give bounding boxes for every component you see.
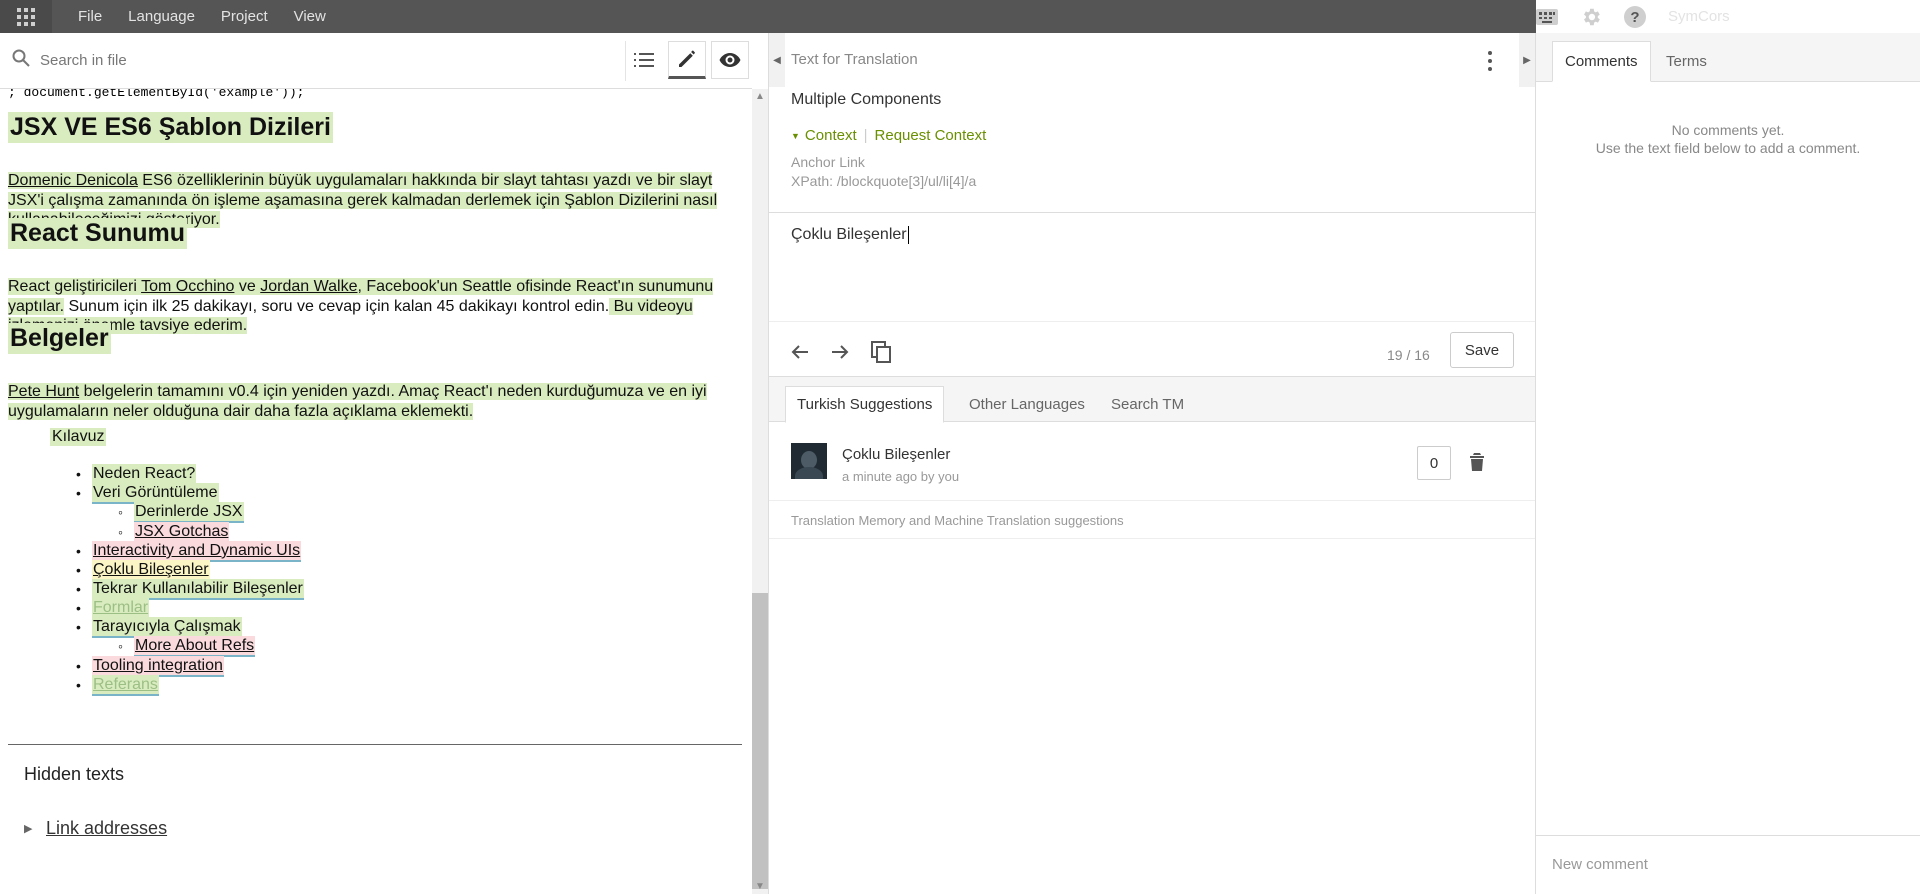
link-pete[interactable]: Pete Hunt bbox=[8, 383, 79, 400]
context-toggle[interactable]: Context bbox=[805, 127, 857, 144]
eye-icon bbox=[719, 53, 741, 67]
collapse-left-icon[interactable]: ◀ bbox=[769, 33, 785, 87]
list-item[interactable]: • Tooling integration bbox=[76, 656, 224, 677]
divider bbox=[769, 212, 1535, 213]
heading-belgeler[interactable]: Belgeler bbox=[8, 323, 111, 354]
user-menu[interactable]: SymCors bbox=[1668, 8, 1730, 25]
menu-file[interactable]: File bbox=[78, 8, 102, 25]
paragraph-react[interactable]: React geliştiricileri Tom Occhino ve Jor… bbox=[8, 277, 734, 336]
svg-text:?: ? bbox=[1630, 9, 1639, 26]
list-item[interactable]: • Interactivity and Dynamic UIs bbox=[76, 541, 302, 562]
source-string: Multiple Components bbox=[791, 91, 942, 108]
suggestion-row[interactable]: Çoklu Bileşenler a minute ago by you 0 bbox=[769, 423, 1535, 501]
document-toolbar: Search in file bbox=[0, 33, 752, 89]
list-item[interactable]: • Tarayıcıyla Çalışmak bbox=[76, 617, 242, 638]
list-item[interactable]: • Tekrar Kullanılabilir Bileşenler bbox=[76, 579, 304, 600]
menu-language[interactable]: Language bbox=[128, 8, 195, 25]
code-snippet: ; document.getElementById('example')); bbox=[8, 89, 305, 100]
new-comment-field[interactable]: New comment bbox=[1536, 835, 1920, 894]
list-icon bbox=[634, 53, 654, 67]
document-preview: ; document.getElementById('example')); J… bbox=[0, 89, 752, 894]
list-item[interactable]: ◦ More About Refs bbox=[118, 636, 256, 657]
anchor-label: Anchor Link bbox=[791, 154, 865, 170]
context-row: ▼ Context | Request Context bbox=[791, 127, 986, 144]
editor-title: Text for Translation bbox=[791, 51, 918, 68]
heading-jsx[interactable]: JSX VE ES6 Şablon Dizileri bbox=[8, 112, 333, 143]
triangle-down-icon: ▼ bbox=[791, 130, 800, 141]
link-tom[interactable]: Tom Occhino bbox=[141, 278, 234, 295]
separator: | bbox=[863, 127, 868, 144]
character-counter: 19 / 16 bbox=[1387, 347, 1430, 363]
scrollbar-thumb[interactable] bbox=[752, 593, 768, 889]
search-input[interactable]: Search in file bbox=[40, 52, 127, 69]
copy-source-icon[interactable] bbox=[871, 337, 911, 367]
xpath-text: XPath: /blockquote[3]/ul/li[4]/a bbox=[791, 173, 977, 189]
pencil-icon bbox=[679, 50, 695, 67]
list-item[interactable]: • Referans bbox=[76, 675, 159, 696]
previous-arrow-icon[interactable] bbox=[791, 337, 831, 367]
preview-button[interactable] bbox=[711, 41, 749, 79]
comments-tabs: Comments Terms bbox=[1536, 33, 1920, 82]
paragraph-belgeler[interactable]: Pete Hunt belgelerin tamamını v0.4 için … bbox=[8, 382, 734, 421]
new-comment-placeholder: New comment bbox=[1552, 856, 1648, 873]
link-jordan[interactable]: Jordan Walke bbox=[260, 278, 357, 295]
menu-project[interactable]: Project bbox=[221, 8, 268, 25]
triangle-right-icon: ▶ bbox=[24, 823, 33, 835]
tab-turkish-suggestions[interactable]: Turkish Suggestions bbox=[785, 386, 945, 423]
hidden-texts-heading: Hidden texts bbox=[24, 764, 125, 784]
list-item[interactable]: • Neden React? bbox=[76, 464, 197, 485]
scroll-down-icon[interactable]: ▼ bbox=[755, 881, 765, 892]
divider bbox=[769, 538, 1535, 539]
tab-search-tm[interactable]: Search TM bbox=[1100, 386, 1195, 423]
next-arrow-icon[interactable] bbox=[831, 337, 871, 367]
search-box[interactable]: Search in file bbox=[12, 49, 127, 72]
context-details: Anchor Link XPath: /blockquote[3]/ul/li[… bbox=[791, 153, 976, 191]
link-domenic[interactable]: Domenic Denicola bbox=[8, 172, 138, 189]
keyboard-icon[interactable] bbox=[1536, 8, 1558, 25]
list-item[interactable]: • Çoklu Bileşenler bbox=[76, 560, 210, 581]
suggestion-meta: a minute ago by you bbox=[842, 469, 960, 484]
divider bbox=[769, 321, 1535, 322]
list-item[interactable]: ◦ JSX Gotchas bbox=[118, 522, 230, 543]
list-view-button[interactable] bbox=[625, 41, 663, 79]
request-context-link[interactable]: Request Context bbox=[875, 127, 987, 144]
divider bbox=[8, 744, 742, 745]
list-item[interactable]: ◦ Derinlerde JSX bbox=[118, 502, 244, 523]
suggestion-tabs: Turkish Suggestions Other Languages Sear… bbox=[769, 376, 1535, 423]
guide-label[interactable]: Kılavuz bbox=[50, 428, 107, 446]
editor-nav bbox=[791, 337, 911, 367]
scroll-up-icon[interactable]: ▲ bbox=[755, 91, 765, 102]
avatar bbox=[791, 443, 827, 479]
no-comments-text: No comments yet. bbox=[1671, 122, 1785, 138]
document-pane: Search in file ; document.getElementById… bbox=[0, 33, 768, 894]
link-addresses-toggle[interactable]: ▶ Link addresses bbox=[24, 818, 167, 839]
gear-icon[interactable] bbox=[1580, 6, 1602, 28]
suggestion-text: Çoklu Bileşenler bbox=[842, 446, 951, 463]
comments-pane: Comments Terms No comments yet. Use the … bbox=[1536, 33, 1920, 894]
save-button[interactable]: Save bbox=[1450, 332, 1514, 368]
menu-view[interactable]: View bbox=[294, 8, 326, 25]
collapse-right-icon[interactable]: ▶ bbox=[1519, 33, 1535, 87]
help-icon[interactable]: ? bbox=[1624, 5, 1646, 28]
text-caret bbox=[907, 226, 909, 244]
document-scrollbar[interactable]: ▲ ▼ bbox=[752, 89, 768, 894]
more-options-icon[interactable] bbox=[1487, 51, 1493, 71]
editor-pane: ◀ Text for Translation ▶ Multiple Compon… bbox=[768, 33, 1536, 894]
tab-comments[interactable]: Comments bbox=[1552, 41, 1651, 82]
heading-react[interactable]: React Sunumu bbox=[8, 218, 188, 249]
trash-icon[interactable] bbox=[1469, 452, 1485, 477]
comments-hint: Use the text field below to add a commen… bbox=[1595, 140, 1861, 156]
tm-mt-note: Translation Memory and Machine Translati… bbox=[791, 513, 1124, 528]
tab-other-languages[interactable]: Other Languages bbox=[958, 386, 1096, 423]
list-item[interactable]: • Veri Görüntüleme bbox=[76, 483, 219, 504]
translation-input[interactable]: Çoklu Bileşenler bbox=[791, 226, 909, 244]
tab-terms[interactable]: Terms bbox=[1654, 41, 1719, 82]
menu-bar: File Language Project View ? SymCors bbox=[0, 0, 1920, 33]
apps-grid-icon[interactable] bbox=[0, 0, 52, 33]
vote-count[interactable]: 0 bbox=[1417, 446, 1451, 480]
list-item[interactable]: • Formlar bbox=[76, 598, 150, 619]
edit-mode-button[interactable] bbox=[668, 41, 706, 79]
empty-comments: No comments yet. Use the text field belo… bbox=[1536, 121, 1920, 157]
search-icon bbox=[12, 49, 30, 72]
